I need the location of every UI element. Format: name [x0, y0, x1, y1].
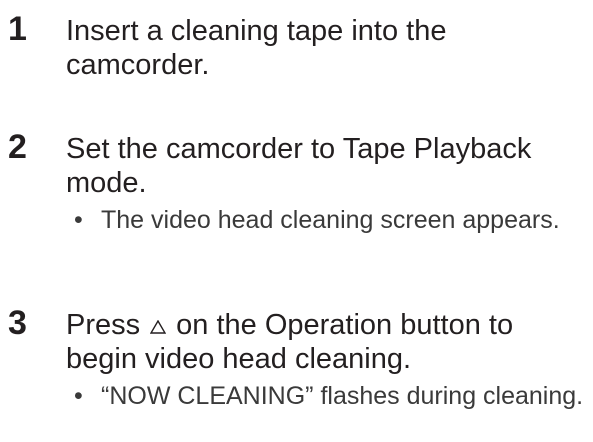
step-note-text: “NOW CLEANING” flashes during cleaning. [101, 382, 584, 410]
step-number: 1 [8, 10, 27, 48]
step-instruction: Press on the Operation button to begin vi… [66, 308, 589, 376]
up-triangle-icon [150, 320, 167, 334]
step-number: 2 [8, 128, 27, 166]
step-instruction-start: Press [66, 309, 141, 341]
step-instruction: Insert a cleaning tape into the camcorde… [66, 15, 447, 81]
step-note-text: The video head cleaning screen appears. [101, 206, 560, 234]
bullet-icon: • [74, 382, 83, 410]
step-instruction: Set the camcorder to Tape Playback mode. [66, 133, 532, 199]
step-note: • “NOW CLEANING” flashes during cleaning… [74, 381, 589, 412]
bullet-icon: • [74, 206, 83, 234]
step-number: 3 [8, 304, 27, 342]
step-note: • The video head cleaning screen appears… [74, 205, 589, 236]
